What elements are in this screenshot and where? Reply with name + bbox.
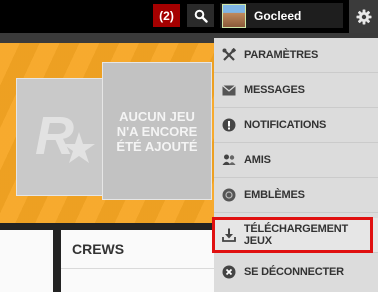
logout-icon (222, 265, 236, 278)
menu-item-label: AMIS (244, 154, 271, 166)
menu-item-telechargement-jeux[interactable]: TÉLÉCHARGEMENT JEUX (214, 218, 378, 253)
menu-item-label: EMBLÈMES (244, 189, 305, 201)
rockstar-logo-icon: R (35, 106, 95, 166)
username: Gocleed (254, 8, 302, 23)
menu-item-messages[interactable]: MESSAGES (214, 73, 378, 108)
emblem-icon (222, 188, 236, 202)
top-navigation-bar: (2) Gocleed (0, 0, 378, 33)
empty-games-message: AUCUN JEU N'A ENCORE ÉTÉ AJOUTÉ (116, 108, 198, 154)
settings-menu-button[interactable] (349, 0, 378, 33)
left-panel (0, 230, 53, 292)
friends-icon (222, 154, 236, 165)
alert-icon (222, 118, 236, 132)
menu-item-label: SE DÉCONNECTER (244, 265, 344, 278)
empty-games-card: AUCUN JEU N'A ENCORE ÉTÉ AJOUTÉ (102, 62, 212, 200)
menu-item-label: PARAMÈTRES (244, 49, 319, 61)
menu-item-label: NOTIFICATIONS (244, 119, 327, 131)
crews-panel: CREWS (61, 230, 214, 292)
rockstar-logo-card: R (16, 78, 108, 196)
tools-icon (222, 48, 236, 61)
user-profile-button[interactable]: Gocleed (220, 3, 343, 28)
gear-icon (356, 9, 371, 24)
menu-item-notifications[interactable]: NOTIFICATIONS (214, 108, 378, 143)
menu-item-label: MESSAGES (244, 84, 305, 96)
avatar (222, 3, 246, 28)
download-icon (222, 228, 236, 242)
menu-item-emblemes[interactable]: EMBLÈMES (214, 178, 378, 213)
search-icon (194, 9, 208, 23)
menu-item-amis[interactable]: AMIS (214, 143, 378, 178)
menu-item-se-deconnecter[interactable]: SE DÉCONNECTER (214, 254, 378, 289)
svg-text:R: R (35, 106, 74, 166)
menu-item-label: TÉLÉCHARGEMENT JEUX (243, 223, 349, 247)
notification-count: (2) (159, 8, 174, 23)
search-button[interactable] (187, 4, 214, 27)
menu-item-parametres[interactable]: PARAMÈTRES (214, 38, 378, 73)
crews-title: CREWS (72, 241, 125, 257)
notification-badge[interactable]: (2) (153, 4, 180, 27)
settings-dropdown-menu: PARAMÈTRES MESSAGES NOTIFICATIONS AMIS E… (214, 38, 378, 292)
divider (61, 268, 214, 269)
envelope-icon (222, 84, 236, 95)
